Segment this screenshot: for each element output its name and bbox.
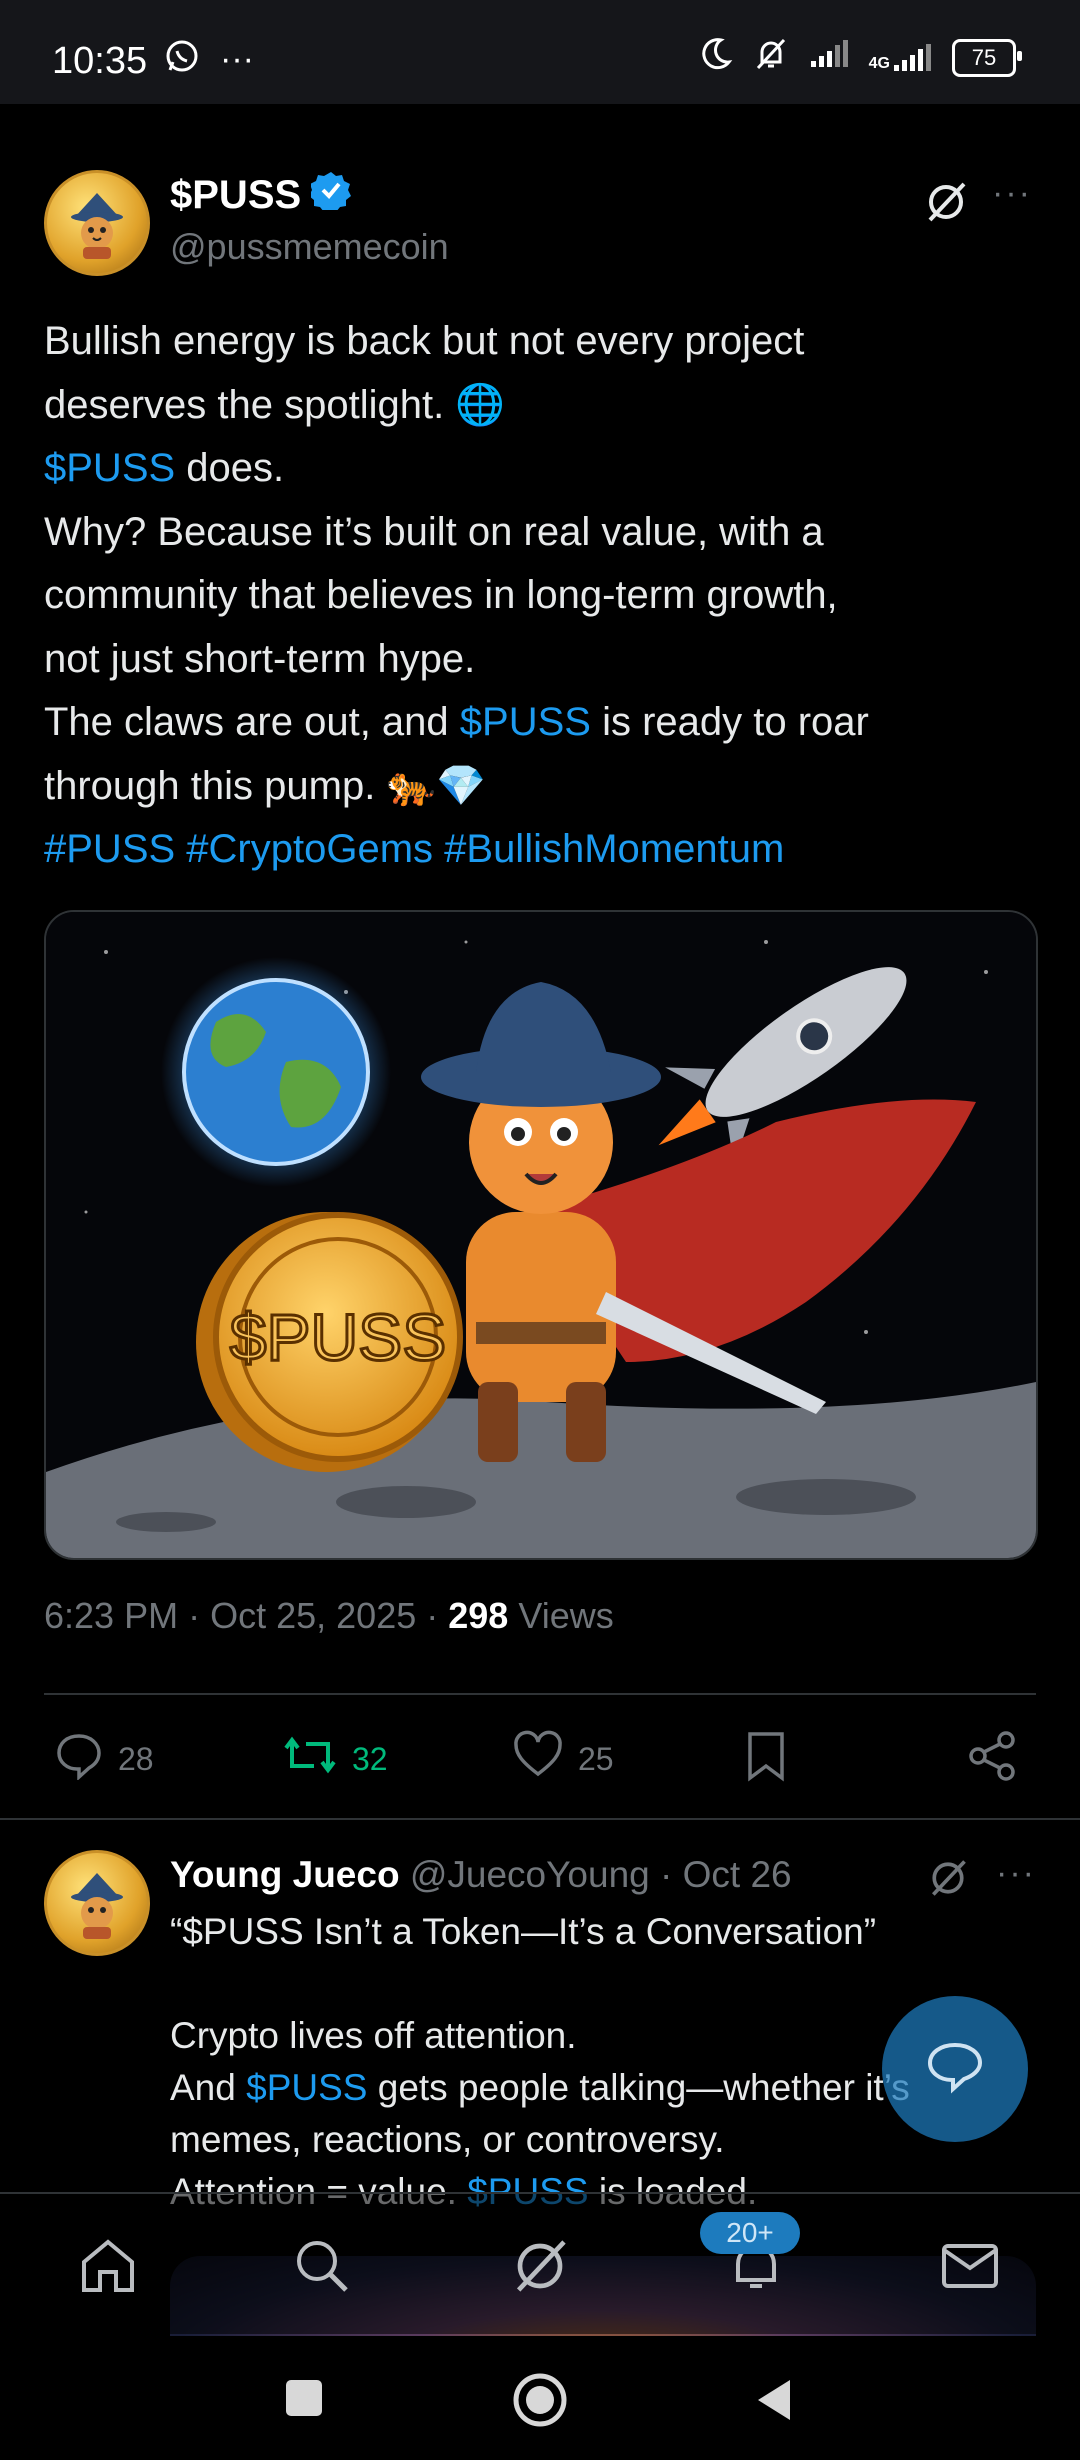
post-text: Bullish energy is back but not every pro…: [44, 310, 1036, 882]
post-text-segment: community that believes in long-term gro…: [44, 573, 838, 617]
messages-icon: [938, 2244, 1002, 2302]
home-gesture-icon[interactable]: [512, 2372, 568, 2433]
repost-icon: [282, 1730, 338, 1788]
reply-icon: [54, 1730, 104, 1788]
reply-text-segment: Crypto lives off attention.: [170, 2015, 577, 2056]
more-options-icon[interactable]: ···: [988, 176, 1036, 226]
battery-level: 75: [971, 44, 997, 70]
grok-icon: [508, 2240, 572, 2302]
repost-button[interactable]: 32: [282, 1730, 388, 1788]
reply-header: Young Jueco @JuecoYoung · Oct 26: [170, 1854, 792, 1895]
more-notifications-icon: ···: [220, 39, 254, 78]
hashtag-link[interactable]: #PUSS #CryptoGems #BullishMomentum: [44, 827, 784, 871]
like-count: 25: [578, 1740, 614, 1777]
reply-text-line: [170, 1958, 1030, 2010]
bookmark-icon: [744, 1730, 788, 1790]
post-text-segment: The claws are out, and: [44, 700, 460, 744]
reply-text-line: “$PUSS Isn’t a Token—It’s a Conversation…: [170, 1906, 1030, 1958]
home-icon: [76, 2239, 140, 2302]
network-type-label: 4G: [868, 54, 890, 72]
post-text-line: Bullish energy is back but not every pro…: [44, 310, 1036, 374]
post-image[interactable]: $PUSS: [44, 910, 1038, 1560]
bottom-navigation: 20+: [0, 2192, 1080, 2334]
views-label: Views: [518, 1595, 614, 1636]
status-time: 10:35: [52, 40, 148, 82]
nav-search-button[interactable]: [290, 2234, 354, 2298]
recent-apps-icon[interactable]: [284, 2378, 324, 2423]
repost-count: 32: [352, 1740, 388, 1777]
post-actions: 28 32 25: [44, 1730, 1036, 1810]
reply-date: Oct 26: [682, 1854, 792, 1895]
reply-button[interactable]: 28: [54, 1730, 154, 1788]
like-button[interactable]: 25: [512, 1730, 614, 1788]
post-text-line: through this pump. 🐅💎: [44, 755, 1036, 819]
author-name[interactable]: $PUSS: [170, 173, 301, 218]
dnd-moon-icon: [697, 36, 733, 79]
system-navigation-bar: [0, 2336, 1080, 2460]
post-date: Oct 25, 2025: [210, 1595, 417, 1636]
bookmark-button[interactable]: [744, 1730, 788, 1790]
signal-4g-icon: 4G: [869, 43, 932, 73]
reply-author-handle[interactable]: @JuecoYoung: [410, 1854, 650, 1895]
post-author-row: $PUSS @pussmemecoin ···: [44, 170, 1036, 280]
back-icon[interactable]: [754, 2378, 794, 2427]
post-text-segment: does.: [175, 446, 285, 490]
divider: [44, 1693, 1036, 1695]
share-button[interactable]: [968, 1730, 1018, 1790]
post-text-segment: 🌐: [455, 382, 506, 427]
post-text-segment: Why? Because it’s built on real value, w…: [44, 509, 824, 554]
muted-bell-icon: [753, 36, 789, 79]
author-avatar[interactable]: [44, 170, 150, 276]
author-name-row: $PUSS: [170, 170, 352, 220]
views-count: 298: [448, 1595, 509, 1636]
grok-icon[interactable]: [926, 1856, 970, 1900]
whatsapp-icon: [164, 38, 200, 79]
post-text-line: The claws are out, and $PUSS is ready to…: [44, 691, 1036, 755]
compose-reply-button[interactable]: [882, 1996, 1028, 2142]
notifications-icon: [724, 2244, 788, 2302]
post-text-line: deserves the spotlight. 🌐: [44, 374, 1036, 438]
reply-text-segment: memes, reactions, or controversy.: [170, 2119, 725, 2160]
share-icon: [968, 1730, 1018, 1790]
battery-indicator: 75: [952, 38, 1022, 77]
post-text-segment: is ready to roar: [590, 700, 869, 744]
reply-count: 28: [118, 1740, 154, 1777]
coin-label: $PUSS: [230, 1300, 446, 1374]
author-handle[interactable]: @pussmemecoin: [170, 226, 449, 268]
post-text-segment: Bullish energy is back but not every pro…: [44, 319, 805, 363]
post-time: 6:23 PM: [44, 1595, 179, 1636]
signal-icon: [809, 39, 849, 76]
reply-text-line: memes, reactions, or controversy.: [170, 2114, 1030, 2166]
status-bar: 10:35 ··· 4G 75: [0, 0, 1080, 104]
grok-icon[interactable]: [922, 178, 970, 226]
nav-home-button[interactable]: [76, 2234, 140, 2298]
reply-text-segment: “$PUSS Isn’t a Token—It’s a Conversation…: [170, 1911, 877, 1952]
compose-bubble-icon: [924, 2039, 986, 2100]
cashtag-link[interactable]: $PUSS: [44, 446, 175, 490]
nav-grok-button[interactable]: [508, 2234, 572, 2298]
post-text-line: not just short-term hype.: [44, 628, 1036, 692]
post-text-segment: through this pump.: [44, 763, 387, 808]
cashtag-link[interactable]: $PUSS: [246, 2067, 367, 2108]
post-text-segment: not just short-term hype.: [44, 636, 476, 681]
reply-avatar[interactable]: [44, 1850, 150, 1956]
reply-author-name[interactable]: Young Jueco: [170, 1854, 400, 1895]
post-text-line: Why? Because it’s built on real value, w…: [44, 501, 1036, 565]
post-meta: 6:23 PM · Oct 25, 2025 · 298 Views: [44, 1595, 614, 1636]
heart-icon: [512, 1730, 564, 1788]
post-text-line: $PUSS does.: [44, 437, 1036, 501]
reply-text-segment: gets people talking—whether it’s: [367, 2067, 910, 2108]
post-text-line: community that believes in long-term gro…: [44, 564, 1036, 628]
nav-messages-button[interactable]: [938, 2234, 1002, 2298]
post-text-line: #PUSS #CryptoGems #BullishMomentum: [44, 818, 1036, 882]
cashtag-link[interactable]: $PUSS: [460, 700, 591, 744]
post-text-segment: deserves the spotlight.: [44, 382, 456, 427]
notification-badge: 20+: [700, 2212, 800, 2254]
reply-more-options-icon[interactable]: ···: [996, 1854, 1036, 1893]
divider: [0, 1818, 1080, 1820]
verified-badge-icon: [309, 170, 352, 220]
search-icon: [290, 2241, 354, 2302]
reply-text-segment: And: [170, 2067, 247, 2108]
post-text-segment: 🐅💎: [386, 763, 487, 808]
